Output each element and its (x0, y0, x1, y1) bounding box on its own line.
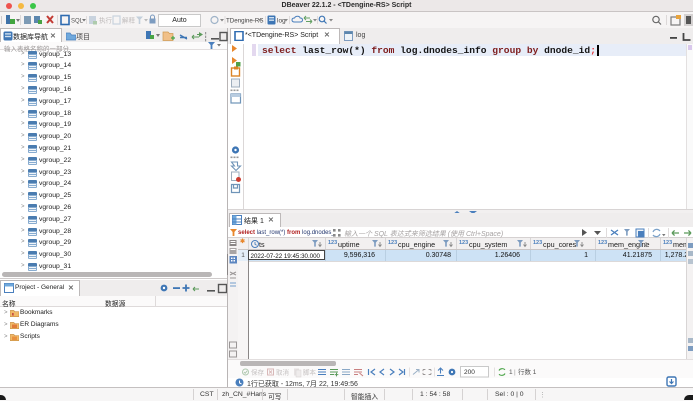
svg-text:保存: 保存 (251, 368, 265, 377)
svg-text:log: log (277, 18, 286, 25)
svg-text:200: 200 (464, 369, 475, 376)
svg-text:解释: 解释 (122, 16, 136, 25)
svg-text:取消: 取消 (276, 368, 290, 377)
svg-text:脚本: 脚本 (303, 368, 317, 377)
svg-text:|: | (514, 369, 516, 376)
svg-text:TDengine-RS: TDengine-RS (226, 18, 264, 25)
svg-text:1: 1 (509, 369, 513, 376)
svg-text:SQL: SQL (71, 19, 84, 25)
svg-text:行数 1: 行数 1 (518, 367, 537, 376)
svg-text:执行: 执行 (99, 16, 113, 25)
